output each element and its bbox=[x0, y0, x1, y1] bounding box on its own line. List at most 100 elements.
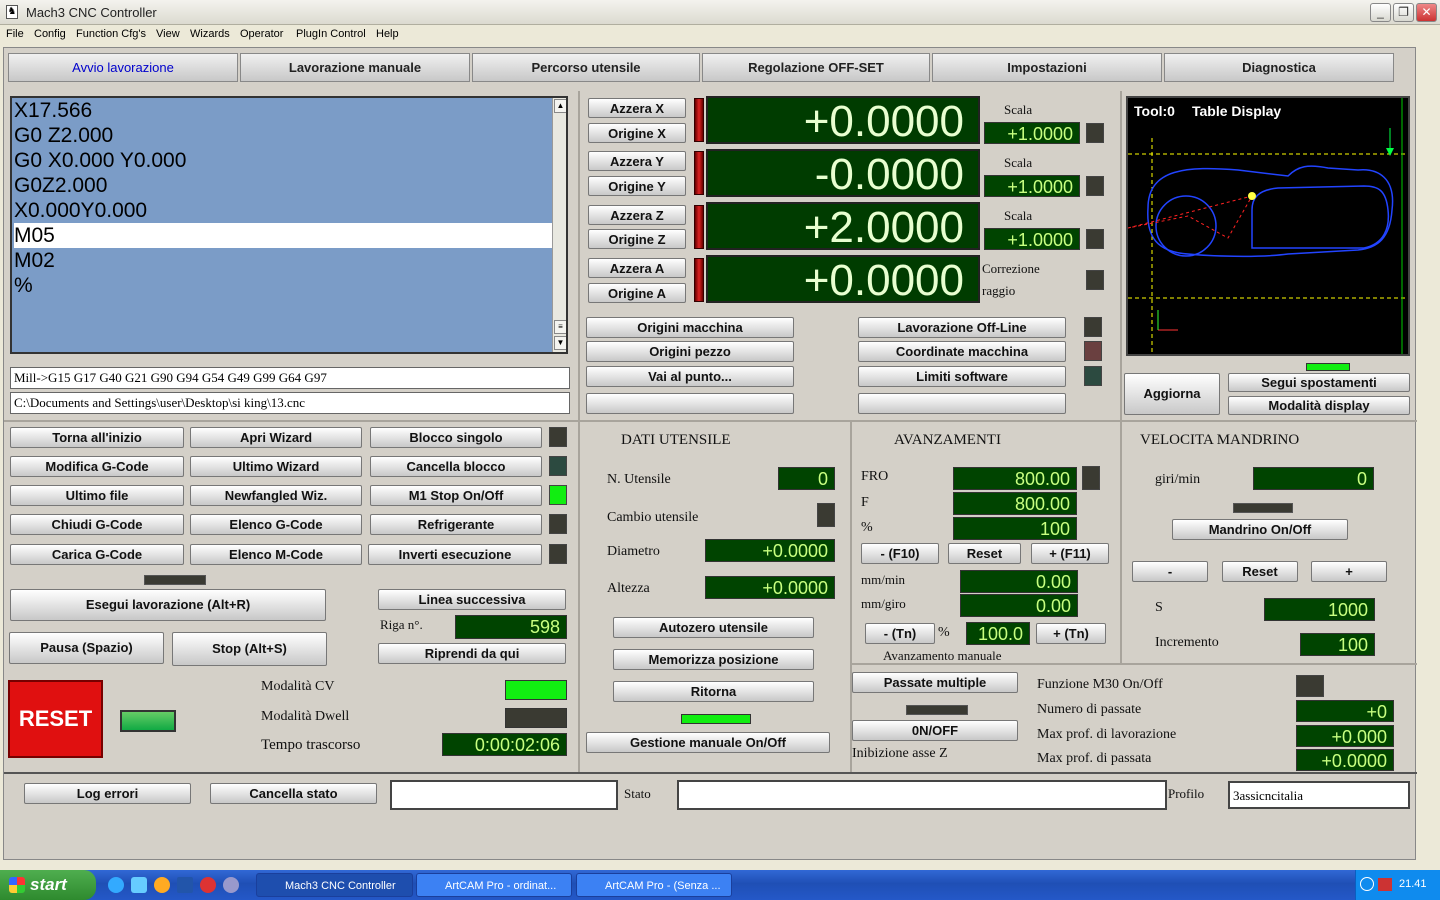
z-dro[interactable]: +2.0000 bbox=[706, 202, 980, 252]
menu-plugin-control[interactable]: PlugIn Control bbox=[296, 28, 366, 40]
close-gcode-button[interactable]: Chiudi G-Code bbox=[10, 514, 184, 535]
y-dro[interactable]: -0.0000 bbox=[706, 149, 980, 199]
menu-function-cfgs[interactable]: Function Cfg's bbox=[76, 28, 146, 40]
multipass-onoff-button[interactable]: 0N/OFF bbox=[852, 720, 1018, 741]
ref-x-button[interactable]: Origine X bbox=[588, 123, 686, 143]
jog-rate-display[interactable]: 100.0 bbox=[966, 622, 1030, 645]
scroll-up-icon[interactable]: ▲ bbox=[554, 99, 566, 113]
machine-origins-button[interactable]: Origini macchina bbox=[586, 317, 794, 338]
toolpath-display[interactable]: Tool:0 Table Display bbox=[1126, 96, 1410, 356]
gcode-scrollbar[interactable]: ▲ ≡ ▼ bbox=[552, 98, 566, 352]
z-scale-value[interactable]: +1.0000 bbox=[984, 228, 1080, 250]
spindle-plus-button[interactable]: + bbox=[1311, 561, 1387, 582]
coolant-button[interactable]: Refrigerante bbox=[370, 514, 542, 535]
tab-impostazioni[interactable]: Impostazioni bbox=[932, 53, 1162, 82]
mcode-list-button[interactable]: Elenco M-Code bbox=[190, 544, 362, 565]
ref-y-button[interactable]: Origine Y bbox=[588, 176, 686, 196]
start-button[interactable]: start bbox=[0, 870, 96, 900]
word-icon[interactable] bbox=[177, 877, 193, 893]
app-quicklaunch-icon[interactable] bbox=[223, 877, 239, 893]
zero-y-button[interactable]: Azzera Y bbox=[588, 151, 686, 171]
menu-config[interactable]: Config bbox=[34, 28, 66, 40]
zero-x-button[interactable]: Azzera X bbox=[588, 98, 686, 118]
network-icon[interactable] bbox=[1378, 878, 1392, 891]
task-mach3[interactable]: Mach3 CNC Controller bbox=[256, 873, 413, 897]
newfangled-wizard-button[interactable]: Newfangled Wiz. bbox=[190, 485, 362, 506]
edit-gcode-button[interactable]: Modifica G-Code bbox=[10, 456, 184, 477]
ref-z-button[interactable]: Origine Z bbox=[588, 229, 686, 249]
single-block-button[interactable]: Blocco singolo bbox=[370, 427, 542, 448]
task-artcam-1[interactable]: ArtCAM Pro - ordinat... bbox=[416, 873, 572, 897]
task-artcam-2[interactable]: ArtCAM Pro - (Senza ... bbox=[576, 873, 732, 897]
gcode-listing[interactable]: X17.566 G0 Z2.000 G0 X0.000 Y0.000 G0Z2.… bbox=[10, 96, 568, 354]
blank-button-2[interactable] bbox=[858, 393, 1066, 414]
x-dro[interactable]: +0.0000 bbox=[706, 96, 980, 146]
zero-z-button[interactable]: Azzera Z bbox=[588, 205, 686, 225]
feed-minus-button[interactable]: - (F10) bbox=[861, 543, 939, 564]
spindle-minus-button[interactable]: - bbox=[1132, 561, 1208, 582]
soft-limits-button[interactable]: Limiti software bbox=[858, 366, 1066, 387]
passes-display[interactable]: +0 bbox=[1296, 700, 1394, 722]
feed-reset-button[interactable]: Reset bbox=[948, 543, 1021, 564]
offline-button[interactable]: Lavorazione Off-Line bbox=[858, 317, 1066, 338]
autozero-button[interactable]: Autozero utensile bbox=[613, 617, 814, 638]
increment-display[interactable]: 100 bbox=[1300, 633, 1375, 656]
display-mode-button[interactable]: Modalità display bbox=[1228, 396, 1410, 415]
spindle-toggle-button[interactable]: Mandrino On/Off bbox=[1172, 519, 1348, 540]
recent-file-button[interactable]: Ultimo file bbox=[10, 485, 184, 506]
blank-button[interactable] bbox=[586, 393, 794, 414]
tab-diagnostica[interactable]: Diagnostica bbox=[1164, 53, 1394, 82]
feed-plus-button[interactable]: + (F11) bbox=[1031, 543, 1109, 564]
block-delete-button[interactable]: Cancella blocco bbox=[370, 456, 542, 477]
outlook-icon[interactable] bbox=[131, 877, 147, 893]
jog-rate-plus-button[interactable]: + (Tn) bbox=[1036, 623, 1106, 644]
jog-rate-minus-button[interactable]: - (Tn) bbox=[865, 623, 935, 644]
a-dro[interactable]: +0.0000 bbox=[706, 255, 980, 305]
zero-a-button[interactable]: Azzera A bbox=[588, 258, 686, 278]
reset-button[interactable]: RESET bbox=[8, 680, 103, 758]
line-number-display[interactable]: 598 bbox=[455, 615, 567, 639]
opera-icon[interactable] bbox=[200, 877, 216, 893]
f-display[interactable]: 800.00 bbox=[953, 492, 1077, 515]
last-wizard-button[interactable]: Ultimo Wizard bbox=[190, 456, 362, 477]
minimize-icon[interactable]: _ bbox=[1370, 3, 1391, 22]
tab-regolazione-offset[interactable]: Regolazione OFF-SET bbox=[702, 53, 930, 82]
m1-stop-button[interactable]: M1 Stop On/Off bbox=[370, 485, 542, 506]
multipass-button[interactable]: Passate multiple bbox=[852, 672, 1018, 693]
open-wizard-button[interactable]: Apri Wizard bbox=[190, 427, 362, 448]
pct-display[interactable]: 100 bbox=[953, 517, 1077, 540]
close-icon[interactable]: ✕ bbox=[1416, 3, 1437, 22]
menu-wizards[interactable]: Wizards bbox=[190, 28, 230, 40]
x-scale-value[interactable]: +1.0000 bbox=[984, 122, 1080, 144]
s-display[interactable]: 1000 bbox=[1264, 598, 1375, 621]
menu-file[interactable]: File bbox=[6, 28, 24, 40]
part-origins-button[interactable]: Origini pezzo bbox=[586, 341, 794, 362]
run-from-here-button[interactable]: Riprendi da qui bbox=[378, 643, 566, 664]
rewind-button[interactable]: Torna all'inizio bbox=[10, 427, 184, 448]
media-player-icon[interactable] bbox=[154, 877, 170, 893]
gcode-list-button[interactable]: Elenco G-Code bbox=[190, 514, 362, 535]
refresh-button[interactable]: Aggiorna bbox=[1124, 373, 1220, 415]
tray-chevron-icon[interactable] bbox=[1360, 877, 1374, 891]
manual-tool-change-button[interactable]: Gestione manuale On/Off bbox=[586, 732, 830, 753]
scroll-thumb[interactable]: ≡ bbox=[554, 320, 566, 334]
next-line-button[interactable]: Linea successiva bbox=[378, 589, 566, 610]
ie-icon[interactable] bbox=[108, 877, 124, 893]
stop-button[interactable]: Stop (Alt+S) bbox=[172, 632, 327, 666]
remember-position-button[interactable]: Memorizza posizione bbox=[613, 649, 814, 670]
menu-operator[interactable]: Operator bbox=[240, 28, 283, 40]
diameter-display[interactable]: +0.0000 bbox=[705, 539, 835, 562]
goto-button[interactable]: Vai al punto... bbox=[586, 366, 794, 387]
feed-hold-button[interactable]: Pausa (Spazio) bbox=[9, 632, 164, 664]
spindle-reset-button[interactable]: Reset bbox=[1222, 561, 1298, 582]
menu-help[interactable]: Help bbox=[376, 28, 399, 40]
reverse-run-button[interactable]: Inverti esecuzione bbox=[368, 544, 542, 565]
height-display[interactable]: +0.0000 bbox=[705, 576, 835, 599]
menu-view[interactable]: View bbox=[156, 28, 180, 40]
tool-number-display[interactable]: 0 bbox=[778, 467, 835, 490]
maximize-icon[interactable]: ❐ bbox=[1393, 3, 1414, 22]
follow-moves-button[interactable]: Segui spostamenti bbox=[1228, 373, 1410, 392]
max-depth-display[interactable]: +0.000 bbox=[1296, 725, 1394, 747]
ref-a-button[interactable]: Origine A bbox=[588, 283, 686, 303]
tab-percorso-utensile[interactable]: Percorso utensile bbox=[472, 53, 700, 82]
